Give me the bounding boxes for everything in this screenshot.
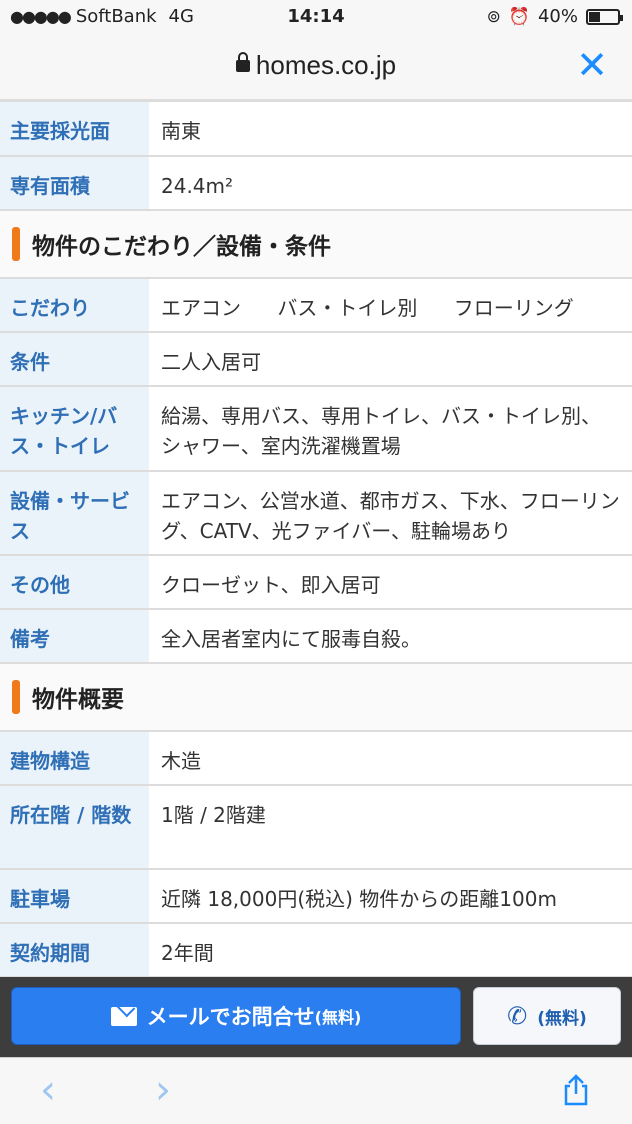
forward-icon[interactable]: › — [155, 1070, 171, 1110]
row-label: その他 — [0, 556, 149, 608]
section-accent-bar — [12, 680, 20, 714]
mail-button-suffix: (無料) — [314, 1008, 362, 1027]
section-title: 物件概要 — [32, 687, 124, 713]
domain-text: homes.co.jp — [255, 50, 397, 80]
table-row: 備考 全入居者室内にて服毒自殺。 — [0, 610, 632, 664]
row-label: こだわり — [0, 279, 149, 331]
phone-icon: ✆ — [507, 1002, 528, 1030]
status-bar: ●●●●● SoftBank 4G 14:14 ⊚ ⏰ 40% — [0, 0, 632, 34]
section-title: 物件のこだわり／設備・条件 — [32, 234, 331, 260]
row-label: 所在階 / 階数 — [0, 786, 149, 868]
row-value: 24.4m² — [161, 174, 234, 198]
feature-tag: エアコン — [161, 296, 241, 320]
battery-fill — [589, 11, 601, 22]
feature-tag: フローリング — [453, 296, 574, 320]
section-header-overview: 物件概要 — [0, 664, 632, 732]
table-row: 駐車場 近隣 18,000円(税込) 物件からの距離100m — [0, 870, 632, 924]
mail-inquiry-button[interactable]: メールでお問合せ (無料) — [11, 987, 461, 1045]
table-row: その他 クローゼット、即入居可 — [0, 556, 632, 610]
row-value: 給湯、専用バス、専用トイレ、バス・トイレ別、シャワー、室内洗濯機置場 — [161, 404, 601, 458]
orientation-lock-icon: ⊚ — [486, 6, 501, 27]
table-row: 設備・サービス エアコン、公営水道、都市ガス、下水、フローリング、CATV、光フ… — [0, 472, 632, 556]
row-label: 契約期間 — [0, 924, 149, 976]
row-label: 条件 — [0, 333, 149, 385]
lock-icon — [235, 52, 250, 72]
table-row: キッチン/バス・トイレ 給湯、専用バス、専用トイレ、バス・トイレ別、シャワー、室… — [0, 387, 632, 472]
address-display[interactable]: homes.co.jp — [0, 50, 632, 81]
row-value: 南東 — [161, 119, 201, 143]
battery-icon — [586, 8, 623, 25]
property-details: 主要採光面 南東 専有面積 24.4m² 物件のこだわり／設備・条件 こだわり … — [0, 100, 632, 978]
row-value: 二人入居可 — [161, 350, 261, 374]
close-icon[interactable]: ✕ — [576, 46, 608, 84]
row-label: 備考 — [0, 610, 149, 662]
row-value: 木造 — [161, 749, 201, 773]
table-row: 契約期間 2年間 — [0, 924, 632, 978]
table-row: 建物構造 木造 — [0, 732, 632, 786]
share-icon[interactable] — [560, 1074, 592, 1106]
row-value: 近隣 18,000円(税込) 物件からの距離100m — [161, 887, 557, 911]
row-value: 2年間 — [161, 941, 214, 965]
row-label: 駐車場 — [0, 870, 149, 922]
feature-tag: バス・トイレ別 — [277, 296, 418, 320]
table-row: 所在階 / 階数 1階 / 2階建 — [0, 786, 632, 870]
row-label: キッチン/バス・トイレ — [0, 387, 149, 470]
row-value: クローゼット、即入居可 — [161, 573, 381, 597]
alarm-icon: ⏰ — [508, 6, 530, 27]
table-row: こだわり エアコン バス・トイレ別 フローリング — [0, 279, 632, 333]
row-label: 設備・サービス — [0, 472, 149, 554]
contact-bar: メールでお問合せ (無料) ✆ (無料) — [0, 977, 632, 1057]
section-header-features: 物件のこだわり／設備・条件 — [0, 211, 632, 279]
envelope-icon — [110, 1006, 137, 1026]
table-row: 条件 二人入居可 — [0, 333, 632, 387]
phone-button-label: (無料) — [537, 1008, 587, 1029]
row-value: エアコン、公営水道、都市ガス、下水、フローリング、CATV、光ファイバー、駐輪場… — [161, 489, 620, 543]
row-value: 全入居者室内にて服毒自殺。 — [161, 627, 421, 651]
mail-button-label: メールでお問合せ — [146, 1005, 315, 1029]
battery-percent: 40% — [537, 6, 578, 27]
row-value: 1階 / 2階建 — [161, 803, 266, 827]
back-icon[interactable]: ‹ — [40, 1070, 56, 1110]
row-label: 建物構造 — [0, 732, 149, 784]
row-value: エアコン バス・トイレ別 フローリング — [149, 279, 632, 331]
row-label: 専有面積 — [0, 157, 149, 209]
url-bar[interactable]: homes.co.jp ✕ — [0, 34, 632, 100]
table-row: 主要採光面 南東 — [0, 102, 632, 157]
section-accent-bar — [12, 227, 20, 261]
phone-inquiry-button[interactable]: ✆ (無料) — [473, 987, 621, 1045]
table-row: 専有面積 24.4m² — [0, 157, 632, 211]
browser-toolbar: ‹ › — [0, 1057, 632, 1124]
row-label: 主要採光面 — [0, 102, 149, 155]
